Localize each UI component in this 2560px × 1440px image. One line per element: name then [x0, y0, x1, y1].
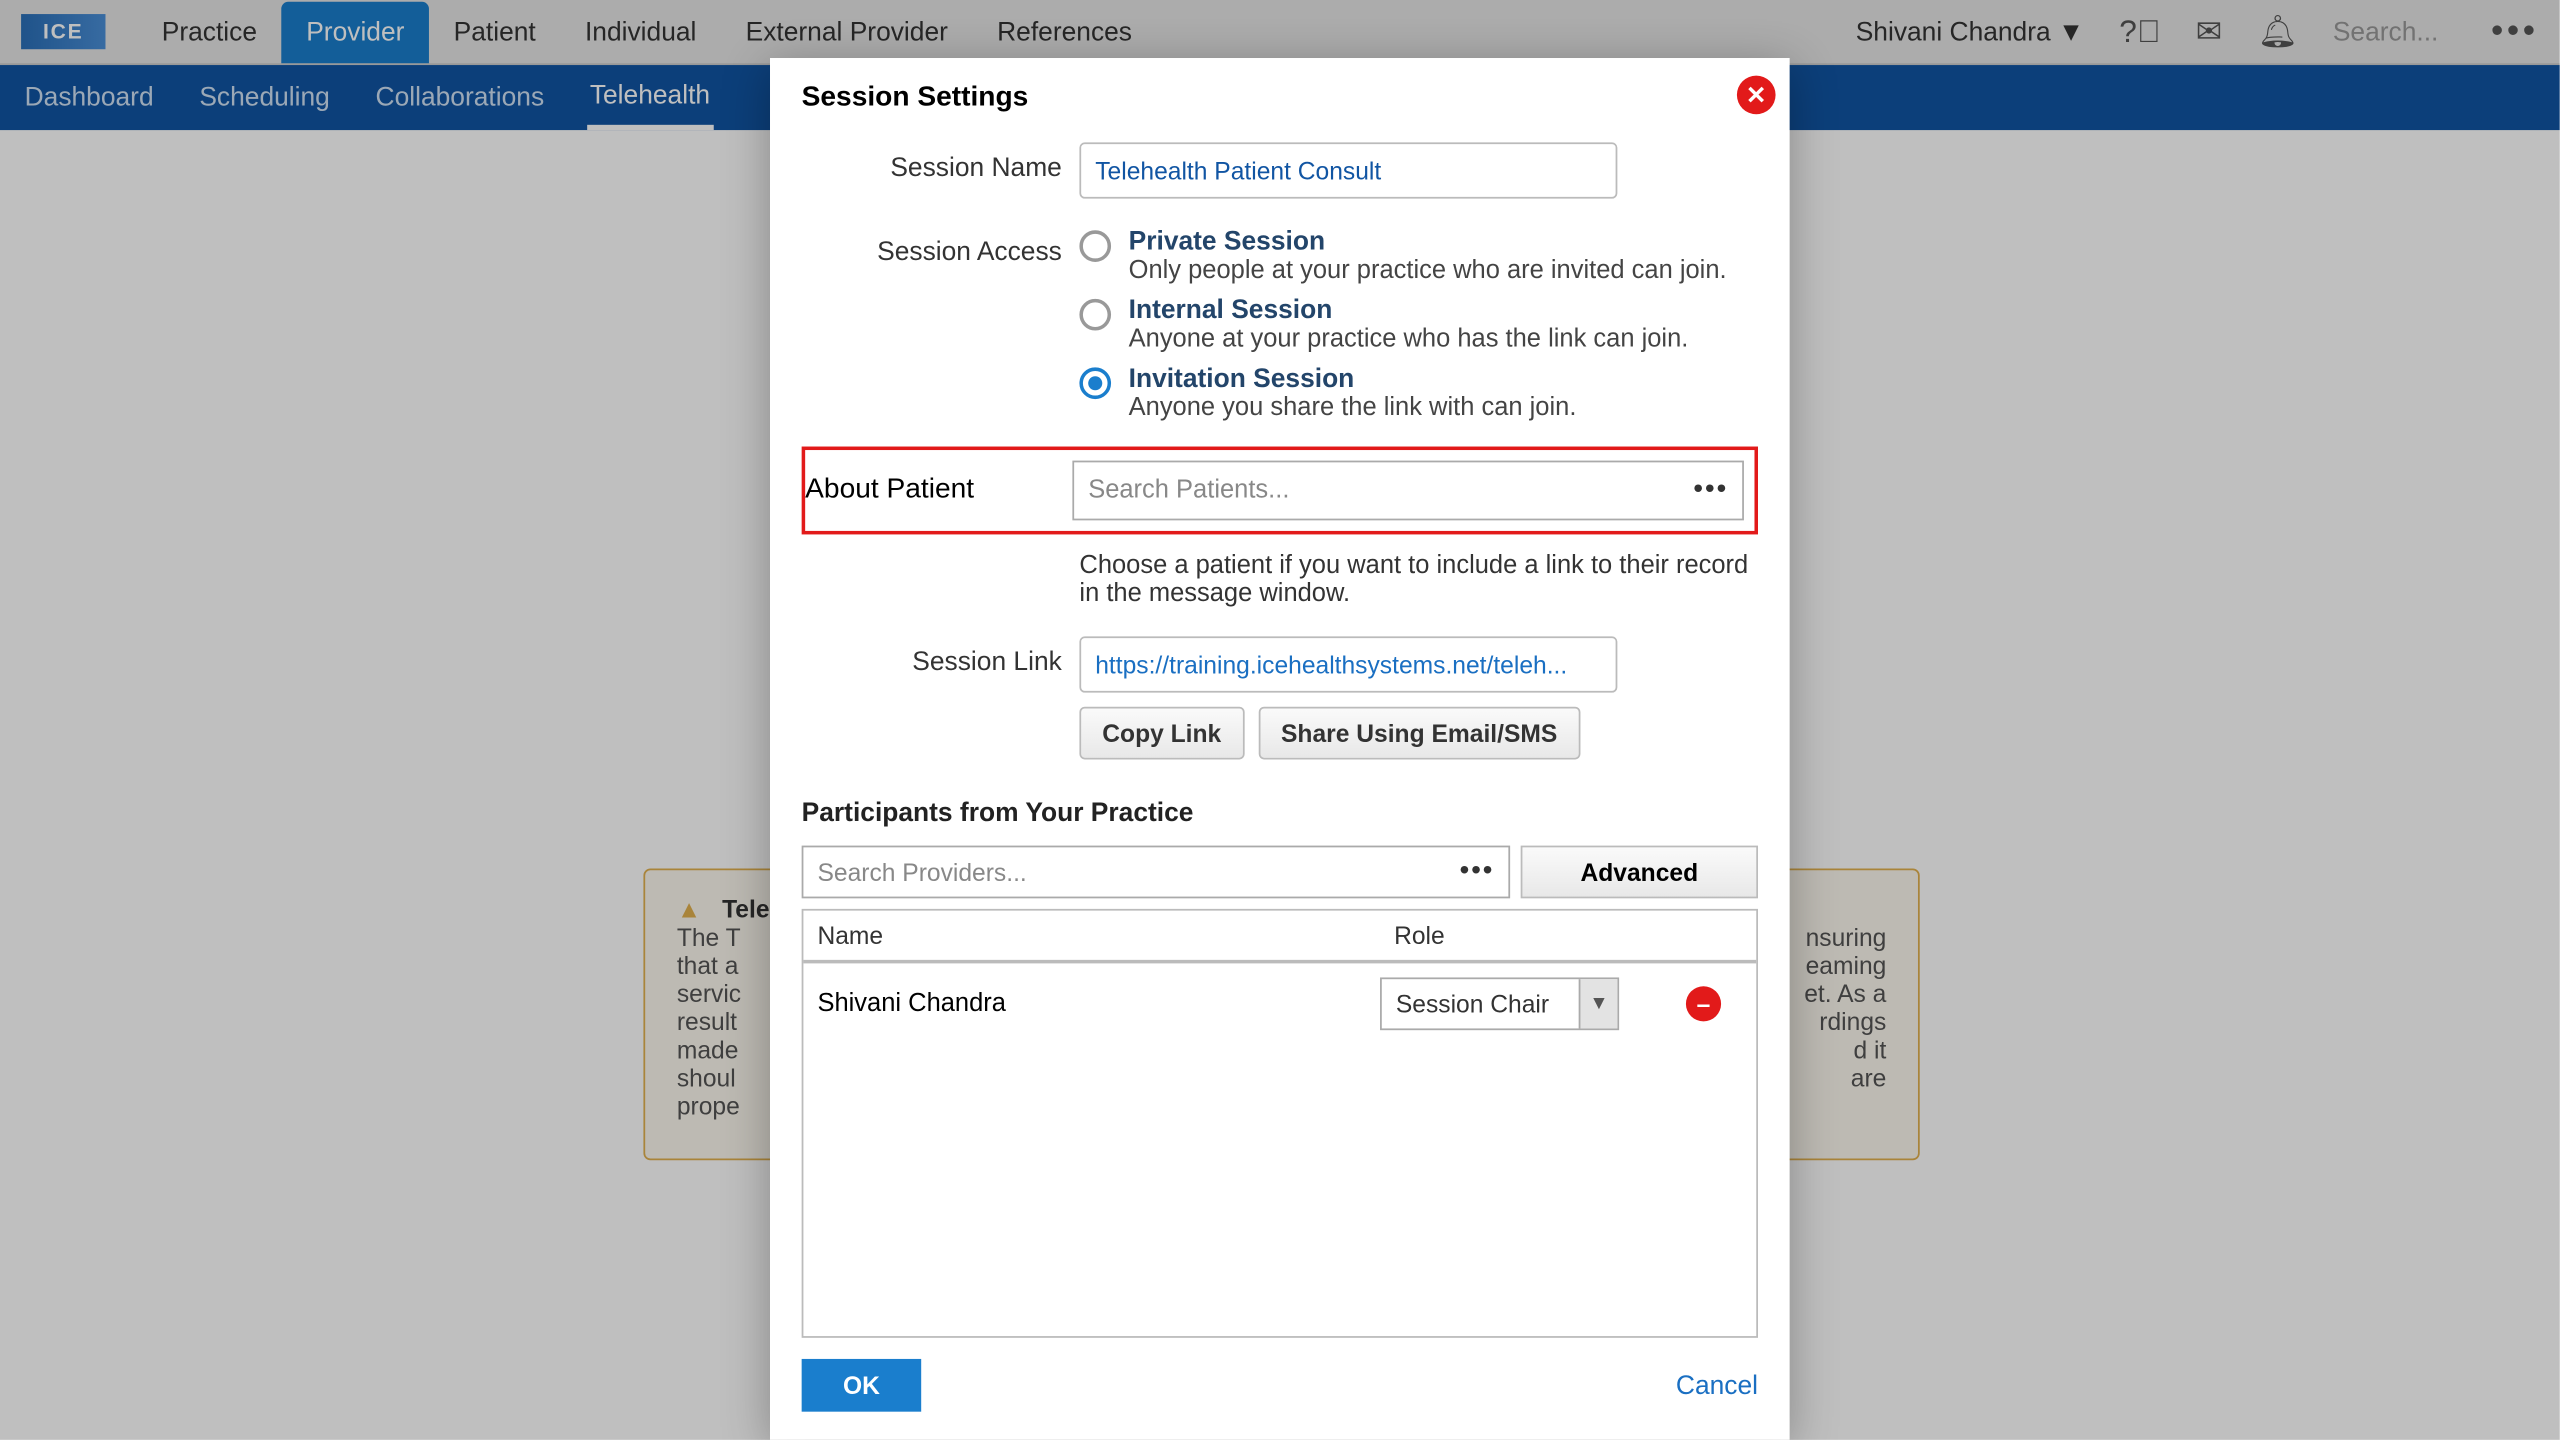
ok-button[interactable]: OK	[802, 1359, 922, 1412]
participants-heading: Participants from Your Practice	[802, 798, 1758, 828]
advanced-button[interactable]: Advanced	[1521, 846, 1758, 899]
about-patient-helper: Choose a patient if you want to include …	[1079, 552, 1758, 608]
col-role-header: Role	[1380, 911, 1756, 960]
cancel-button[interactable]: Cancel	[1676, 1370, 1758, 1400]
remove-icon[interactable]: –	[1686, 986, 1721, 1021]
role-select[interactable]: Session Chair ▼	[1380, 977, 1619, 1030]
session-name-label: Session Name	[802, 142, 1080, 198]
share-button[interactable]: Share Using Email/SMS	[1258, 707, 1580, 760]
about-patient-row: About Patient Search Patients... •••	[802, 447, 1758, 535]
table-row: Shivani Chandra Session Chair ▼ –	[803, 963, 1756, 1044]
participants-table: Name Role Shivani Chandra Session Chair …	[802, 909, 1758, 1338]
radio-icon	[1079, 367, 1111, 399]
session-link-field[interactable]: https://training.icehealthsystems.net/te…	[1079, 636, 1617, 692]
ellipsis-icon[interactable]: •••	[1693, 475, 1728, 507]
copy-link-button[interactable]: Copy Link	[1079, 707, 1244, 760]
session-access-label: Session Access	[802, 227, 1080, 433]
modal-title: Session Settings	[802, 83, 1758, 115]
session-settings-modal: Session Settings ✕ Session Name Session …	[770, 58, 1790, 1440]
radio-icon	[1079, 299, 1111, 331]
participant-name: Shivani Chandra	[803, 979, 1380, 1028]
radio-icon	[1079, 230, 1111, 262]
close-icon[interactable]: ✕	[1737, 76, 1776, 115]
caret-down-icon: ▼	[1579, 979, 1618, 1028]
radio-private-session[interactable]: Private Session Only people at your prac…	[1079, 227, 1758, 285]
ellipsis-icon[interactable]: •••	[1459, 856, 1494, 888]
session-name-input[interactable]	[1079, 142, 1617, 198]
provider-search[interactable]: Search Providers... •••	[802, 846, 1510, 899]
session-link-label: Session Link	[802, 636, 1080, 759]
col-name-header: Name	[803, 911, 1380, 960]
about-patient-search[interactable]: Search Patients... •••	[1072, 461, 1744, 521]
radio-internal-session[interactable]: Internal Session Anyone at your practice…	[1079, 295, 1758, 353]
radio-invitation-session[interactable]: Invitation Session Anyone you share the …	[1079, 364, 1758, 422]
about-patient-label: About Patient	[805, 461, 1072, 521]
